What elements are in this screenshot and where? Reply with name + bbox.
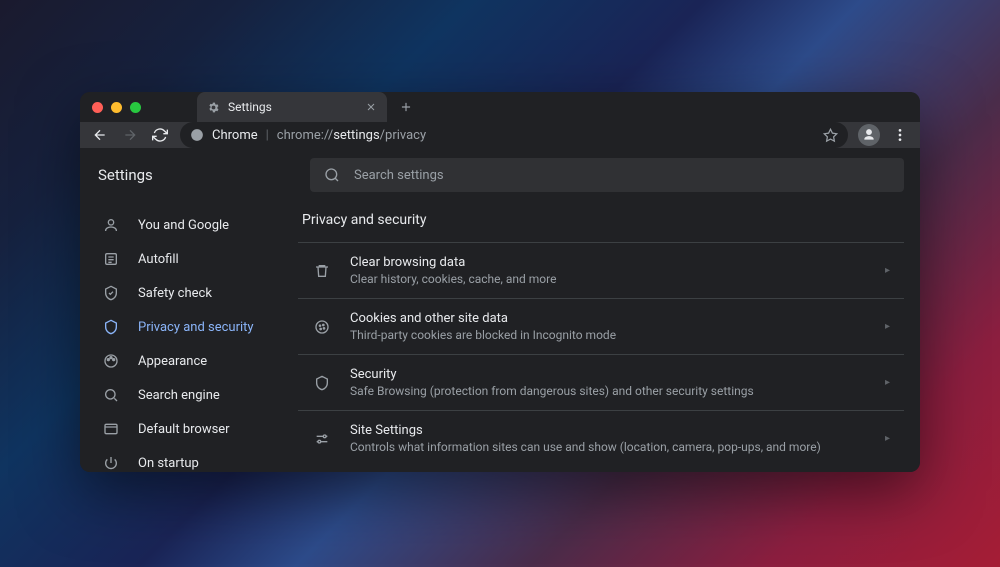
setting-row-subtitle: Safe Browsing (protection from dangerous… (350, 384, 867, 398)
setting-row-site-settings[interactable]: Site Settings Controls what information … (298, 410, 904, 466)
setting-row-title: Cookies and other site data (350, 311, 867, 326)
sidebar-item-appearance[interactable]: Appearance (88, 344, 294, 378)
trash-icon (312, 263, 332, 279)
setting-row-subtitle: Clear history, cookies, cache, and more (350, 272, 867, 286)
setting-row-subtitle: Controls what information sites can use … (350, 440, 867, 454)
setting-row-subtitle: Third-party cookies are blocked in Incog… (350, 328, 867, 342)
power-icon (102, 455, 120, 471)
browser-icon (102, 421, 120, 437)
sidebar-item-label: Privacy and security (138, 320, 254, 335)
sidebar-item-label: Search engine (138, 388, 220, 403)
sidebar-item-label: Autofill (138, 252, 179, 267)
browser-window: Settings Chrome | chrom (80, 92, 920, 472)
palette-icon (102, 353, 120, 369)
setting-row-title: Clear browsing data (350, 255, 867, 270)
back-button[interactable] (90, 125, 110, 145)
settings-title: Settings (96, 166, 286, 184)
chevron-right-icon: ▸ (885, 321, 890, 332)
sidebar-item-label: Appearance (138, 354, 207, 369)
setting-row-cookies[interactable]: Cookies and other site data Third-party … (298, 298, 904, 354)
person-icon (102, 217, 120, 233)
setting-row-title: Site Settings (350, 423, 867, 438)
profile-avatar-button[interactable] (858, 124, 880, 146)
safety-check-icon (102, 285, 120, 301)
window-controls (92, 102, 141, 113)
sidebar-item-label: You and Google (138, 218, 229, 233)
sidebar-item-label: On startup (138, 456, 199, 471)
gear-icon (207, 101, 220, 114)
browser-toolbar: Chrome | chrome://settings/privacy (80, 122, 920, 148)
settings-header: Settings Search settings (80, 148, 920, 202)
browser-tab[interactable]: Settings (197, 92, 387, 122)
setting-row-security[interactable]: Security Safe Browsing (protection from … (298, 354, 904, 410)
chrome-page-icon (190, 128, 204, 142)
maximize-window-button[interactable] (130, 102, 141, 113)
minimize-window-button[interactable] (111, 102, 122, 113)
chevron-right-icon: ▸ (885, 433, 890, 444)
security-icon (312, 375, 332, 391)
sidebar-item-you-and-google[interactable]: You and Google (88, 208, 294, 242)
url-origin: Chrome (212, 128, 258, 143)
settings-main-pane: Privacy and security Clear browsing data… (294, 202, 920, 472)
new-tab-button[interactable] (399, 100, 413, 114)
chevron-right-icon: ▸ (885, 377, 890, 388)
search-placeholder: Search settings (354, 168, 444, 183)
autofill-icon (102, 251, 120, 267)
sidebar-item-autofill[interactable]: Autofill (88, 242, 294, 276)
sidebar-item-label: Safety check (138, 286, 212, 301)
setting-row-clear-browsing-data[interactable]: Clear browsing data Clear history, cooki… (298, 242, 904, 298)
sidebar-item-on-startup[interactable]: On startup (88, 446, 294, 472)
search-icon (324, 167, 340, 183)
close-tab-button[interactable] (365, 101, 377, 113)
sidebar-item-safety-check[interactable]: Safety check (88, 276, 294, 310)
reload-button[interactable] (150, 125, 170, 145)
settings-sidebar: You and Google Autofill Safety check Pri… (80, 202, 294, 472)
sidebar-item-search-engine[interactable]: Search engine (88, 378, 294, 412)
address-bar[interactable]: Chrome | chrome://settings/privacy (180, 122, 848, 148)
tab-strip: Settings (80, 92, 920, 122)
sidebar-item-default-browser[interactable]: Default browser (88, 412, 294, 446)
bookmark-icon[interactable] (823, 128, 838, 143)
menu-button[interactable] (890, 125, 910, 145)
settings-search-input[interactable]: Search settings (310, 158, 904, 192)
url-path: chrome://settings/privacy (277, 128, 426, 143)
section-title: Privacy and security (298, 210, 904, 242)
setting-row-title: Security (350, 367, 867, 382)
search-icon (102, 387, 120, 403)
forward-button[interactable] (120, 125, 140, 145)
tab-title: Settings (228, 100, 272, 114)
page-content: Settings Search settings You and Google … (80, 148, 920, 472)
sidebar-item-label: Default browser (138, 422, 230, 437)
chevron-right-icon: ▸ (885, 265, 890, 276)
sidebar-item-privacy-and-security[interactable]: Privacy and security (88, 310, 294, 344)
shield-icon (102, 319, 120, 335)
tune-icon (312, 431, 332, 447)
close-window-button[interactable] (92, 102, 103, 113)
cookie-icon (312, 319, 332, 335)
